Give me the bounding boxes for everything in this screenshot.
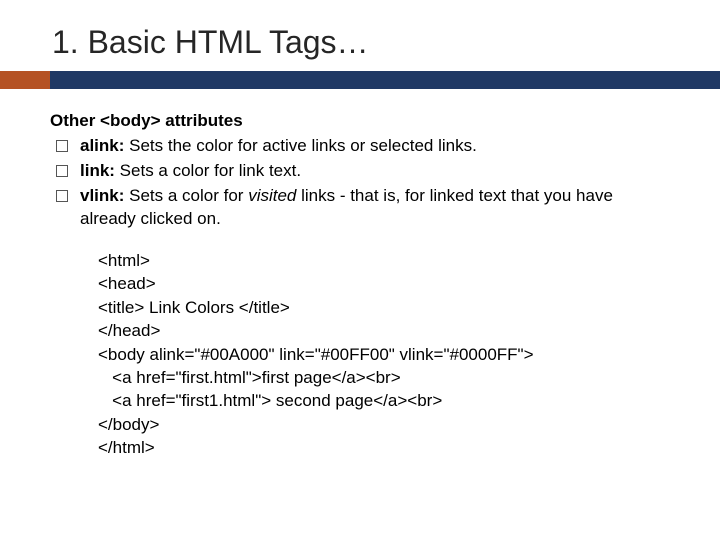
code-line: <a href="first1.html"> second page</a><b… — [98, 391, 442, 410]
code-line: <title> Link Colors </title> — [98, 298, 290, 317]
bullet-label: alink: — [80, 136, 124, 155]
slide: 1. Basic HTML Tags… Other <body> attribu… — [0, 0, 720, 540]
bullet-list: alink: Sets the color for active links o… — [50, 135, 670, 231]
code-line: <body alink="#00A000" link="#00FF00" vli… — [98, 345, 534, 364]
accent-bar-left — [0, 71, 50, 89]
accent-bar-right — [50, 71, 720, 89]
list-item: alink: Sets the color for active links o… — [50, 135, 670, 158]
code-line: </html> — [98, 438, 155, 457]
bullet-label: link: — [80, 161, 115, 180]
code-line: <head> — [98, 274, 156, 293]
code-line: <a href="first.html">first page</a><br> — [98, 368, 401, 387]
code-example: <html> <head> <title> Link Colors </titl… — [98, 249, 670, 460]
bullet-label: vlink: — [80, 186, 124, 205]
code-line: </head> — [98, 321, 160, 340]
bullet-text: Sets the color for active links or selec… — [124, 136, 476, 155]
bullet-text-pre: Sets a color for — [124, 186, 248, 205]
bullet-text: Sets a color for link text. — [115, 161, 301, 180]
code-line: <html> — [98, 251, 150, 270]
list-item: link: Sets a color for link text. — [50, 160, 670, 183]
slide-title: 1. Basic HTML Tags… — [52, 24, 670, 61]
accent-bar — [0, 71, 720, 89]
bullet-italic: visited — [248, 186, 296, 205]
code-line: </body> — [98, 415, 159, 434]
section-heading: Other <body> attributes — [50, 111, 670, 131]
list-item: vlink: Sets a color for visited links - … — [50, 185, 670, 231]
